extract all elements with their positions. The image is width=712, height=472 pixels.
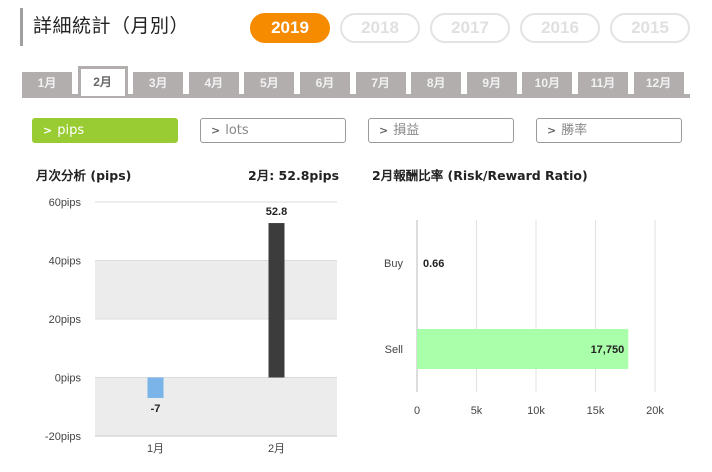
x-tick-label: 15k <box>587 405 605 417</box>
y-tick-label: Sell <box>385 344 403 356</box>
x-tick-label: 20k <box>646 405 664 417</box>
y-tick-label: 0pips <box>55 373 82 385</box>
data-label: 0.66 <box>423 258 444 270</box>
data-label: 17,750 <box>591 344 625 356</box>
y-tick-label: 20pips <box>49 314 82 326</box>
x-tick-label: 0 <box>414 405 420 417</box>
bar-1 <box>147 377 164 398</box>
x-tick-label: 5k <box>471 405 483 417</box>
y-tick-label: 40pips <box>49 256 82 268</box>
grid-band <box>95 260 337 319</box>
y-tick-label: 60pips <box>49 197 82 209</box>
x-tick-label: 10k <box>527 405 545 417</box>
x-tick-label: 1月 <box>147 443 164 455</box>
y-tick-label: -20pips <box>45 431 82 443</box>
bar-2 <box>268 223 285 378</box>
y-tick-label: Buy <box>384 258 403 270</box>
grid-band <box>95 377 337 436</box>
data-label: 52.8 <box>266 206 287 218</box>
x-tick-label: 2月 <box>268 443 285 455</box>
monthly-pips-chart: 60pips 40pips 20pips 0pips -20pips -7 1月 52.8 2月… <box>45 197 664 455</box>
data-label: -7 <box>151 403 161 415</box>
